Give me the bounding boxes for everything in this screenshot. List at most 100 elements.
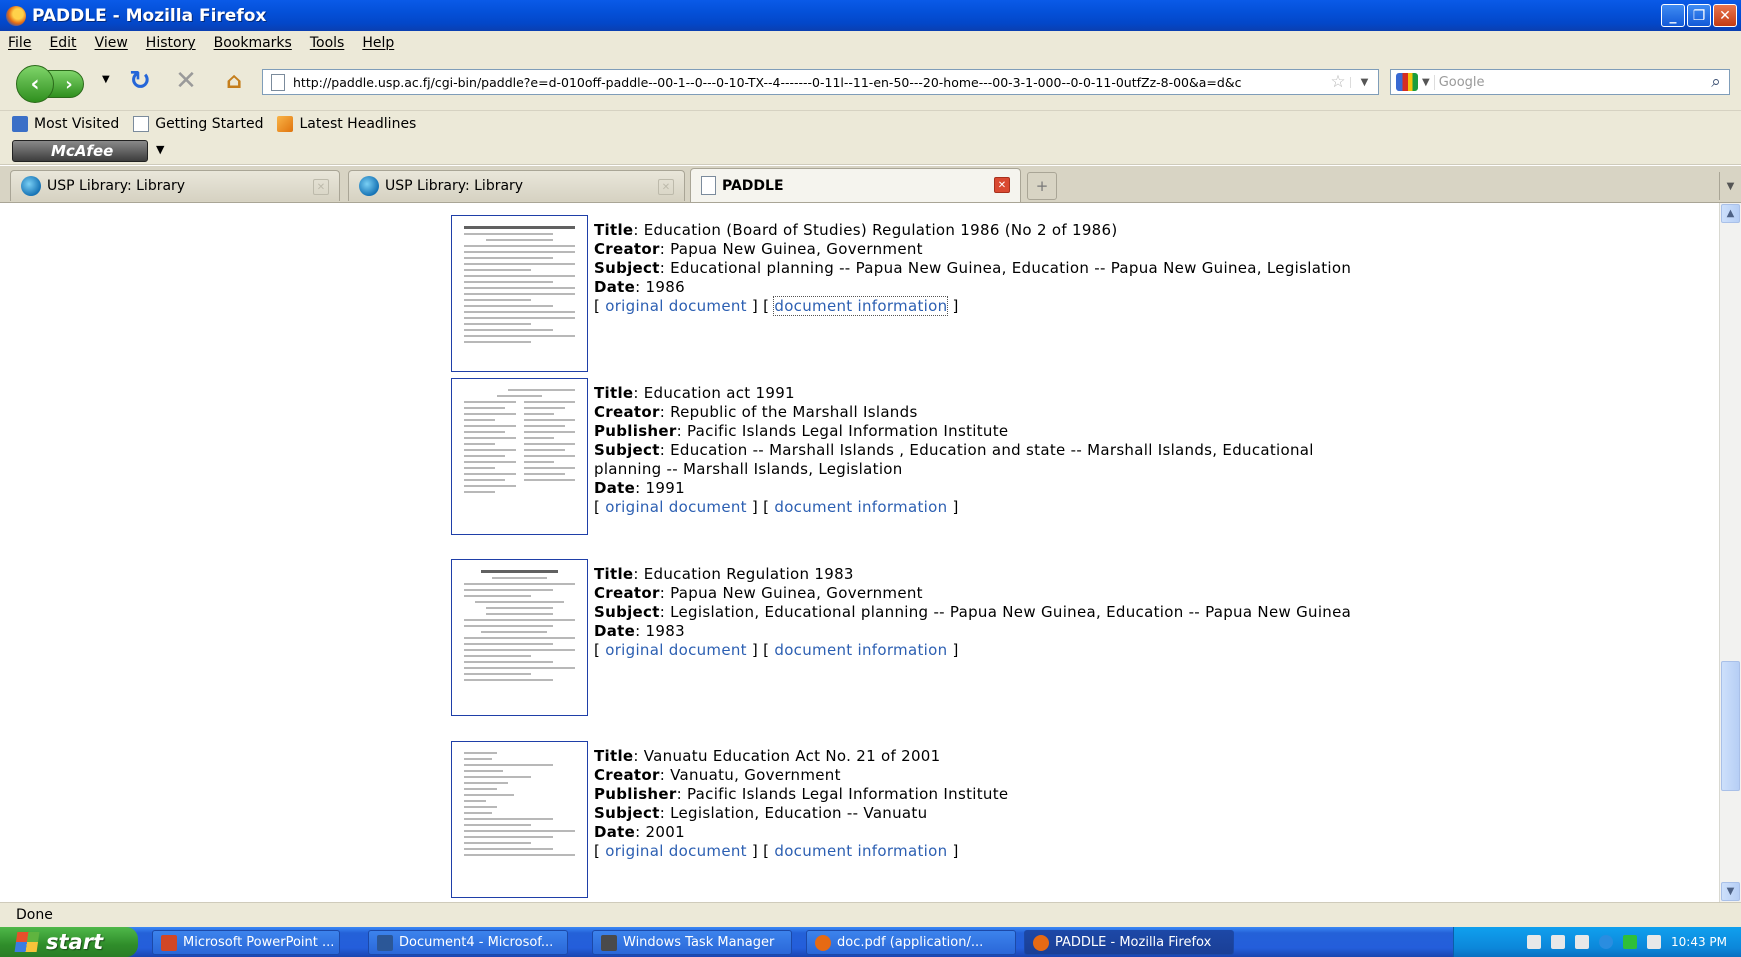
start-label: start	[46, 930, 104, 954]
scroll-down-icon[interactable]: ▼	[1721, 882, 1740, 901]
stop-icon[interactable]: ✕	[174, 66, 198, 96]
scrollbar-thumb[interactable]	[1721, 661, 1740, 791]
record-title: Education (Board of Studies) Regulation …	[643, 221, 1118, 239]
record-date: 1983	[645, 622, 685, 640]
tray-network-icon[interactable]	[1599, 935, 1613, 949]
record-subject: Legislation, Education -- Vanuatu	[670, 804, 928, 822]
original-document-link[interactable]: original document	[605, 842, 747, 860]
menu-file[interactable]: File	[8, 35, 31, 51]
original-document-link[interactable]: original document	[605, 297, 747, 315]
mcafee-toolbar: McAfee ▼	[0, 137, 1741, 165]
record-date: 1986	[645, 278, 685, 296]
navigation-toolbar: › ‹ ▼ ↻ ✕ ⌂ http://paddle.usp.ac.fj/cgi-…	[0, 55, 1741, 111]
document-information-link[interactable]: document information	[774, 498, 947, 516]
record-date: 1991	[645, 479, 685, 497]
record-publisher: Pacific Islands Legal Information Instit…	[687, 422, 1009, 440]
tab-usp-library-1[interactable]: USP Library: Library ✕	[10, 170, 340, 201]
original-document-link[interactable]: original document	[605, 641, 747, 659]
word-icon	[377, 934, 393, 951]
field-label: Title	[594, 384, 634, 402]
field-label: Publisher	[594, 785, 677, 803]
clock: 10:43 PM	[1671, 935, 1727, 949]
menu-view[interactable]: View	[95, 35, 128, 51]
url-text[interactable]: http://paddle.usp.ac.fj/cgi-bin/paddle?e…	[293, 75, 1326, 90]
taskbar-item-pdf[interactable]: doc.pdf (application/...	[806, 930, 1016, 955]
window-controls: _ ❐ ✕	[1661, 4, 1737, 27]
history-dropdown-icon[interactable]: ▼	[102, 74, 110, 85]
bookmark-star-icon[interactable]: ☆	[1326, 72, 1350, 92]
mcafee-dropdown-icon[interactable]: ▼	[156, 143, 164, 156]
document-information-link[interactable]: document information	[774, 641, 947, 659]
back-button[interactable]: ‹	[16, 65, 54, 103]
close-button[interactable]: ✕	[1713, 4, 1737, 27]
tray-mcafee-icon[interactable]	[1623, 935, 1637, 949]
record-publisher: Pacific Islands Legal Information Instit…	[687, 785, 1009, 803]
url-dropdown-icon[interactable]: ▼	[1350, 76, 1378, 88]
search-input[interactable]: Google	[1433, 74, 1703, 90]
document-information-link[interactable]: document information	[773, 296, 949, 316]
tab-paddle[interactable]: PADDLE ✕	[690, 168, 1021, 202]
record-title: Education Regulation 1983	[643, 565, 854, 583]
field-label: Subject	[594, 259, 660, 277]
start-button[interactable]: start	[0, 927, 138, 957]
task-label: doc.pdf (application/...	[837, 935, 984, 950]
windows-taskbar: start Microsoft PowerPoint ... Document4…	[0, 927, 1741, 957]
field-label: Title	[594, 221, 634, 239]
tab-close-icon[interactable]: ✕	[994, 177, 1010, 193]
search-engine-dropdown-icon[interactable]: ▼	[1422, 77, 1430, 88]
tab-strip: USP Library: Library ✕ USP Library: Libr…	[0, 166, 1741, 203]
document-thumbnail[interactable]	[451, 215, 588, 372]
task-manager-icon	[601, 934, 617, 951]
tray-help-icon[interactable]	[1575, 935, 1589, 949]
field-label: Publisher	[594, 422, 677, 440]
new-tab-icon[interactable]: +	[1027, 172, 1057, 200]
rss-icon	[277, 116, 294, 132]
field-label: Subject	[594, 603, 660, 621]
menu-history[interactable]: History	[146, 35, 196, 51]
url-bar[interactable]: http://paddle.usp.ac.fj/cgi-bin/paddle?e…	[262, 69, 1379, 95]
vertical-scrollbar[interactable]: ▲ ▼	[1719, 203, 1741, 902]
record-metadata: Title: Education act 1991 Creator: Repub…	[594, 384, 1314, 516]
document-thumbnail[interactable]	[451, 559, 588, 716]
taskbar-item-task-manager[interactable]: Windows Task Manager	[592, 930, 792, 955]
document-thumbnail[interactable]	[451, 378, 588, 535]
tray-tools-icon[interactable]	[1527, 935, 1541, 949]
menu-tools[interactable]: Tools	[310, 35, 345, 51]
field-label: Title	[594, 565, 634, 583]
menu-bookmarks[interactable]: Bookmarks	[214, 35, 292, 51]
tab-close-icon[interactable]: ✕	[313, 179, 329, 195]
original-document-link[interactable]: original document	[605, 498, 747, 516]
bookmark-most-visited[interactable]: Most Visited	[12, 116, 119, 132]
document-thumbnail[interactable]	[451, 741, 588, 898]
bookmark-latest-headlines[interactable]: Latest Headlines	[277, 116, 416, 132]
maximize-button[interactable]: ❐	[1687, 4, 1711, 27]
tray-volume-icon[interactable]	[1647, 935, 1661, 949]
firefox-icon	[1033, 934, 1049, 951]
menu-help[interactable]: Help	[362, 35, 394, 51]
minimize-button[interactable]: _	[1661, 4, 1685, 27]
scroll-up-icon[interactable]: ▲	[1721, 204, 1740, 223]
taskbar-item-powerpoint[interactable]: Microsoft PowerPoint ...	[152, 930, 340, 955]
record-subject: Legislation, Educational planning -- Pap…	[670, 603, 1352, 621]
field-label: Creator	[594, 403, 660, 421]
reload-icon[interactable]: ↻	[128, 66, 152, 96]
menu-edit[interactable]: Edit	[49, 35, 76, 51]
tab-close-icon[interactable]: ✕	[658, 179, 674, 195]
task-label: PADDLE - Mozilla Firefox	[1055, 935, 1212, 950]
record-creator: Vanuatu, Government	[670, 766, 841, 784]
bookmark-getting-started[interactable]: Getting Started	[133, 116, 263, 132]
field-label: Date	[594, 479, 636, 497]
search-icon[interactable]: ⌕	[1703, 72, 1729, 92]
taskbar-item-firefox[interactable]: PADDLE - Mozilla Firefox	[1024, 930, 1234, 955]
tab-list-dropdown-icon[interactable]: ▼	[1719, 172, 1741, 200]
google-engine-icon[interactable]	[1396, 73, 1418, 91]
home-icon[interactable]: ⌂	[222, 69, 246, 94]
tray-display-icon[interactable]	[1551, 935, 1565, 949]
taskbar-item-word[interactable]: Document4 - Microsof...	[368, 930, 568, 955]
document-information-link[interactable]: document information	[774, 842, 947, 860]
mcafee-button[interactable]: McAfee	[12, 140, 148, 162]
field-label: Creator	[594, 584, 660, 602]
tab-usp-library-2[interactable]: USP Library: Library ✕	[348, 170, 685, 201]
search-box[interactable]: ▼ Google ⌕	[1390, 69, 1730, 95]
record-metadata: Title: Education (Board of Studies) Regu…	[594, 221, 1352, 316]
